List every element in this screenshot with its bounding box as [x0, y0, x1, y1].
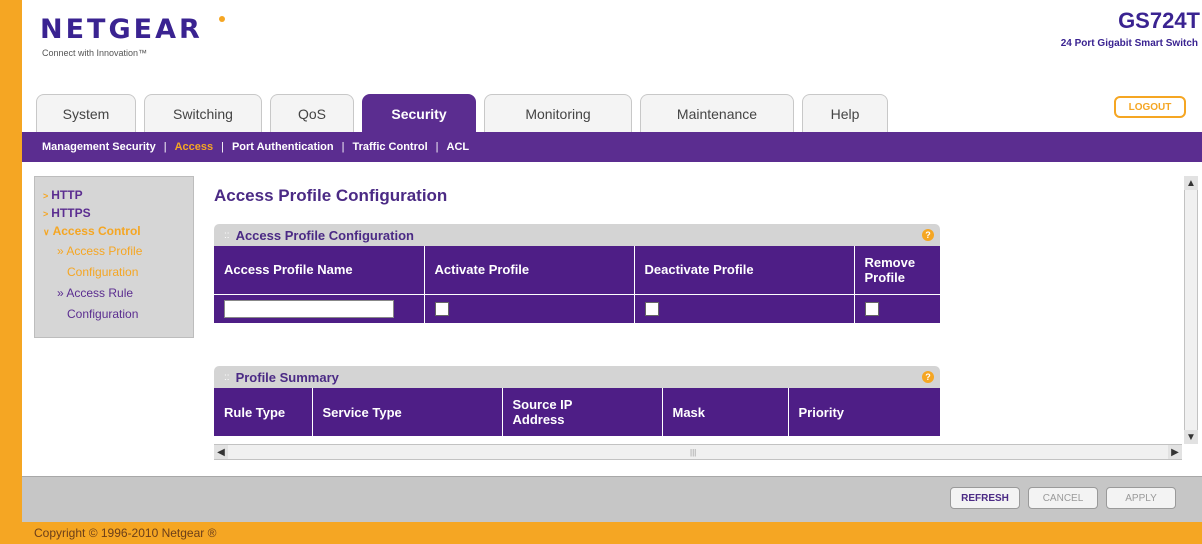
- cancel-button[interactable]: CANCEL: [1028, 487, 1098, 509]
- subnav-traffic-control[interactable]: Traffic Control: [352, 141, 427, 153]
- chevron-right-icon: >: [43, 191, 49, 201]
- scroll-right-icon[interactable]: ▶: [1168, 445, 1182, 459]
- model-name: GS724T: [1118, 8, 1200, 33]
- refresh-button[interactable]: REFRESH: [950, 487, 1020, 509]
- scroll-up-icon[interactable]: ▲: [1184, 176, 1198, 190]
- access-profile-table: Access Profile Name Activate Profile Dea…: [214, 246, 940, 323]
- column-header: Source IP Address: [502, 388, 663, 436]
- column-header: Rule Type: [214, 388, 313, 436]
- subnav-access[interactable]: Access: [175, 141, 214, 153]
- sidebar-item-label: » Access Rule: [57, 286, 134, 300]
- column-header-line: Address: [512, 412, 565, 427]
- panel-title: Access Profile Configuration: [235, 227, 414, 243]
- deactivate-profile-checkbox[interactable]: [644, 301, 659, 316]
- column-header-line: Remove: [864, 254, 916, 270]
- sidebar-item-http[interactable]: > HTTP: [43, 187, 185, 205]
- panel-header: :: Access Profile Configuration ?: [214, 224, 940, 246]
- remove-profile-checkbox[interactable]: [864, 301, 879, 316]
- column-header-line: Profile: [864, 269, 905, 285]
- apply-button[interactable]: APPLY: [1106, 487, 1176, 509]
- scroll-left-icon[interactable]: ◀: [214, 445, 228, 459]
- subnav-separator: |: [221, 141, 224, 153]
- help-icon[interactable]: ?: [922, 371, 934, 383]
- profile-summary-table: Rule Type Service Type Source IP Address …: [214, 388, 940, 436]
- sidebar-item-access-profile-configuration[interactable]: » Access Profile Configuration: [43, 241, 185, 283]
- subnav-acl[interactable]: ACL: [447, 141, 470, 153]
- model-description: 24 Port Gigabit Smart Switch: [1060, 38, 1198, 49]
- sidebar-item-access-rule-configuration[interactable]: » Access Rule Configuration: [43, 283, 185, 325]
- header: NETGEAR Connect with Innovation™ GS724T …: [22, 0, 1202, 132]
- subnav-port-authentication[interactable]: Port Authentication: [232, 141, 334, 153]
- tagline: Connect with Innovation™: [42, 48, 148, 58]
- chevron-down-icon: ∨: [43, 227, 50, 237]
- column-header: Activate Profile: [424, 246, 635, 294]
- tab-maintenance[interactable]: Maintenance: [640, 94, 794, 132]
- security-subnav: Management Security | Access | Port Auth…: [22, 132, 1202, 162]
- netgear-logo: NETGEAR: [40, 14, 203, 45]
- column-header: Service Type: [312, 388, 503, 436]
- column-header: Access Profile Name: [214, 246, 425, 294]
- access-profile-panel: :: Access Profile Configuration ? Access…: [214, 224, 940, 323]
- scroll-down-icon[interactable]: ▼: [1184, 430, 1198, 444]
- table-cell: [424, 293, 635, 323]
- tab-security[interactable]: Security: [362, 94, 476, 132]
- subnav-management-security[interactable]: Management Security: [42, 141, 156, 153]
- column-header-line: Source IP: [512, 397, 573, 412]
- column-header: Deactivate Profile: [634, 246, 855, 294]
- tab-switching[interactable]: Switching: [144, 94, 262, 132]
- vertical-scrollbar[interactable]: ▲ ▼: [1184, 176, 1198, 444]
- profile-summary-panel: :: Profile Summary ? Rule Type Service T…: [214, 366, 940, 436]
- app-frame: NETGEAR Connect with Innovation™ GS724T …: [14, 0, 1202, 544]
- column-header: Remove Profile: [854, 246, 940, 294]
- sidebar-item-label: HTTP: [51, 188, 83, 202]
- table-cell: [214, 293, 425, 323]
- tab-qos[interactable]: QoS: [270, 94, 354, 132]
- subnav-separator: |: [163, 141, 167, 153]
- grip-icon: ::: [224, 371, 230, 383]
- sidebar-item-label: » Access Profile: [57, 244, 143, 258]
- horizontal-scrollbar[interactable]: ◀ ||| ▶: [214, 444, 1182, 460]
- sidebar: > HTTP > HTTPS ∨ Access Control » Access Pr…: [34, 176, 194, 338]
- table-cell: [634, 293, 855, 323]
- logout-button[interactable]: LOGOUT: [1114, 96, 1186, 118]
- sidebar-item-label: HTTPS: [51, 206, 91, 220]
- subnav-separator: |: [341, 141, 345, 153]
- sidebar-item-label: Configuration: [67, 307, 139, 321]
- grip-icon: ::: [224, 229, 230, 241]
- chevron-right-icon: >: [43, 209, 49, 219]
- sidebar-item-access-control[interactable]: ∨ Access Control: [43, 223, 185, 241]
- content-area: > HTTP > HTTPS ∨ Access Control » Access Pr…: [22, 162, 1202, 480]
- panel-title: Profile Summary: [235, 369, 339, 385]
- sidebar-item-label: Access Control: [52, 224, 141, 238]
- column-header: Mask: [662, 388, 789, 436]
- copyright: Copyright © 1996-2010 Netgear ®: [34, 526, 217, 540]
- activate-profile-checkbox[interactable]: [434, 301, 449, 316]
- sidebar-item-https[interactable]: > HTTPS: [43, 205, 185, 223]
- scroll-grip-icon: |||: [690, 448, 697, 457]
- help-icon[interactable]: ?: [922, 229, 934, 241]
- action-bar: REFRESH CANCEL APPLY: [22, 476, 1202, 522]
- panel-header: :: Profile Summary ?: [214, 366, 940, 388]
- subnav-separator: |: [435, 141, 439, 153]
- tab-system[interactable]: System: [36, 94, 136, 132]
- sidebar-item-label: Configuration: [67, 265, 139, 279]
- page-title: Access Profile Configuration: [214, 186, 448, 205]
- logo-dot-icon: [219, 16, 225, 22]
- tab-help[interactable]: Help: [802, 94, 888, 132]
- column-header: Priority: [788, 388, 940, 436]
- table-cell: [854, 293, 940, 323]
- tab-monitoring[interactable]: Monitoring: [484, 94, 632, 132]
- access-profile-name-input[interactable]: [224, 299, 394, 318]
